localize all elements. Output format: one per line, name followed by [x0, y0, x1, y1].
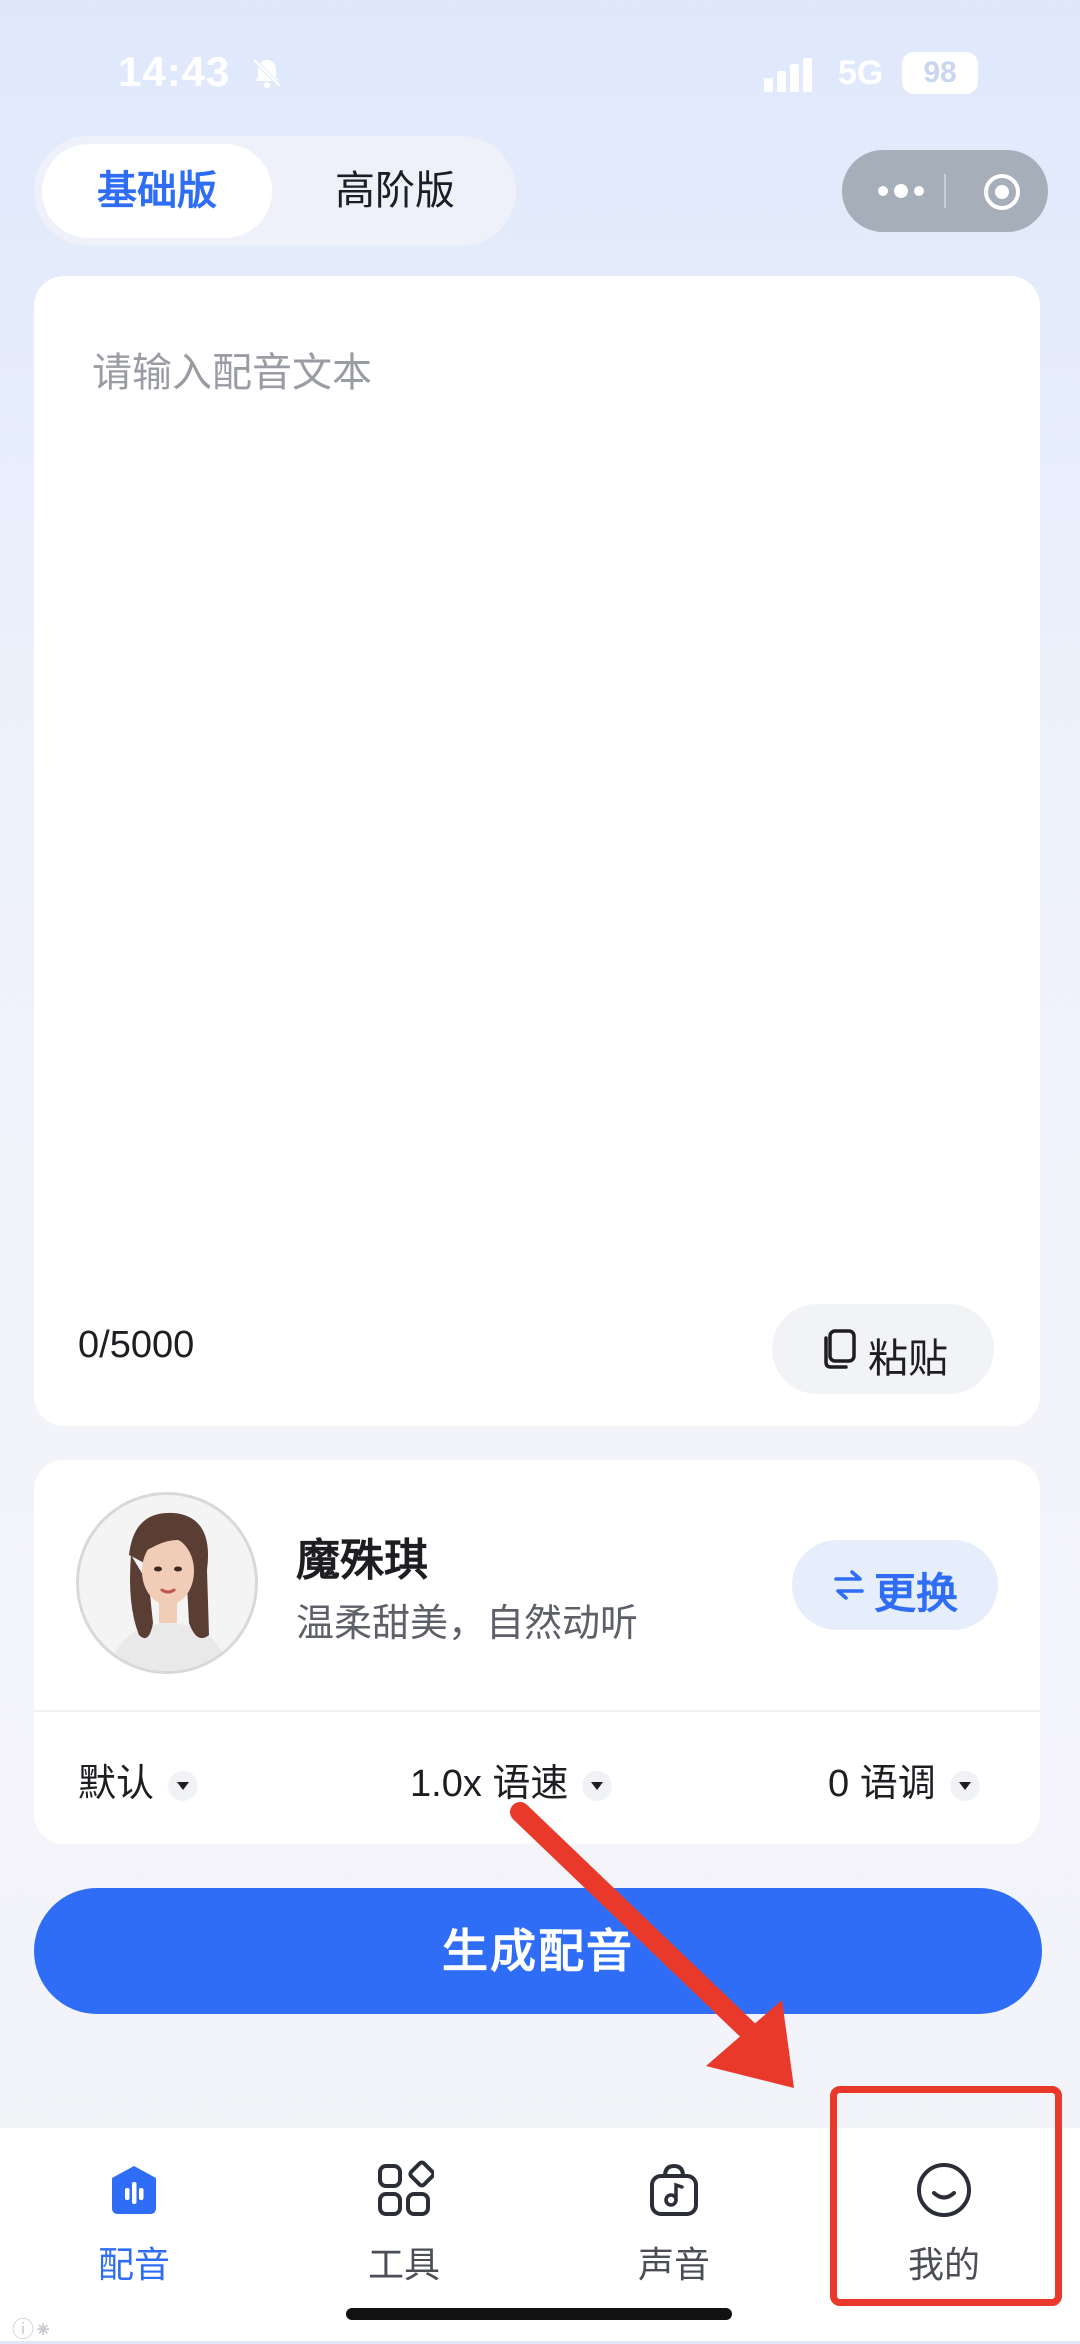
voice-card: 魔殊琪 温柔甜美，自然动听 更换 默认 1.0x 语速 0 语调: [34, 1460, 1040, 1844]
text-input-placeholder[interactable]: 请输入配音文本: [92, 340, 372, 398]
watermark-logo: ⓘ⁕: [12, 2317, 53, 2342]
tab-advanced[interactable]: 高阶版: [282, 144, 508, 238]
close-target-icon[interactable]: [982, 172, 1022, 212]
battery-indicator: 98: [902, 52, 978, 94]
pitch-label: 0 语调: [828, 1763, 936, 1805]
miniprogram-capsule: [842, 150, 1048, 232]
swap-arrows-icon: [834, 1570, 864, 1600]
status-time: 14:43: [118, 48, 231, 95]
caret-down-icon: [949, 1770, 980, 1801]
emotion-label: 默认: [78, 1763, 155, 1805]
version-tab-switch: 基础版 高阶版: [34, 136, 516, 246]
card-divider: [34, 1710, 1040, 1712]
change-voice-button[interactable]: 更换: [792, 1540, 998, 1630]
nav-label-tools: 工具: [367, 2244, 440, 2285]
pitch-dropdown[interactable]: 0 语调: [828, 1752, 980, 1807]
more-icon[interactable]: [874, 176, 928, 206]
nav-label-dubbing: 配音: [97, 2244, 170, 2285]
voice-description: 温柔甜美，自然动听: [296, 1603, 639, 1645]
nav-item-dubbing[interactable]: 配音: [44, 2148, 224, 2288]
capsule-divider: [944, 174, 946, 208]
paste-label: 粘贴: [868, 1337, 948, 1381]
generate-dubbing-button[interactable]: 生成配音: [34, 1888, 1042, 2014]
signal-icon: [764, 58, 812, 92]
avatar-portrait-icon: [79, 1495, 255, 1671]
nav-item-voices[interactable]: 声音: [584, 2148, 764, 2288]
voice-name: 魔殊琪: [296, 1536, 428, 1585]
emotion-dropdown[interactable]: 默认: [78, 1752, 199, 1807]
speed-dropdown[interactable]: 1.0x 语速: [410, 1752, 613, 1807]
annotation-highlight-box: [830, 2086, 1062, 2306]
caret-down-icon: [168, 1770, 199, 1801]
home-indicator: [346, 2308, 732, 2320]
network-label: 5G: [838, 54, 884, 92]
change-voice-label: 更换: [874, 1570, 959, 1617]
paste-icon: [824, 1329, 856, 1369]
nav-item-tools[interactable]: 工具: [314, 2148, 494, 2288]
voice-avatar: [76, 1492, 258, 1674]
tab-basic[interactable]: 基础版: [42, 144, 272, 238]
nav-label-voices: 声音: [637, 2244, 710, 2285]
grid-tools-icon: [378, 2160, 434, 2216]
speed-label: 1.0x 语速: [410, 1763, 569, 1805]
audio-wave-icon: [112, 2166, 156, 2214]
text-input-card[interactable]: 请输入配音文本 0/5000 粘贴: [34, 276, 1040, 1426]
bell-muted-icon: [252, 58, 282, 88]
char-count: 0/5000: [78, 1324, 195, 1366]
caret-down-icon: [582, 1770, 613, 1801]
paste-button[interactable]: 粘贴: [772, 1304, 994, 1394]
music-bag-icon: [650, 2163, 698, 2216]
